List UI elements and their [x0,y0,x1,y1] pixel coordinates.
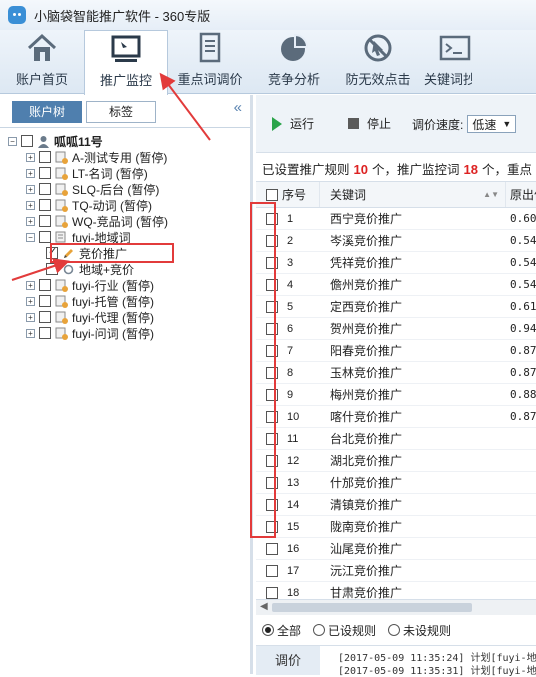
arrow-to-monitor-tab [159,72,211,141]
arrow-to-selected-node [11,258,70,281]
annotation-arrows [11,72,211,281]
